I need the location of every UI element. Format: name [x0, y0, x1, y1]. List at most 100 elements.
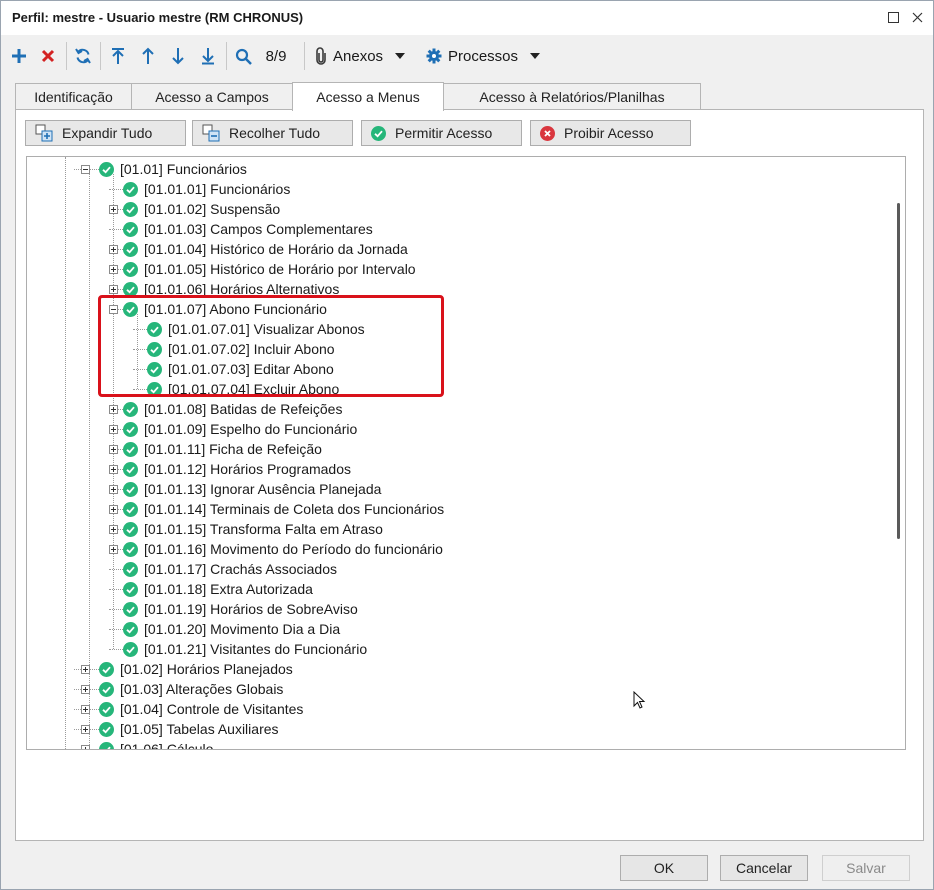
close-button[interactable]	[909, 8, 925, 26]
tree-node[interactable]: [01.01.06] Horários Alternativos	[123, 279, 339, 299]
tree-node[interactable]: [01.01.12] Horários Programados	[123, 459, 351, 479]
tree-node[interactable]: [01.01.09] Espelho do Funcionário	[123, 419, 357, 439]
maximize-button[interactable]	[885, 8, 901, 26]
tree-node[interactable]: [01.03] Alterações Globais	[99, 679, 283, 699]
tree-node-label: [01.01.07.03] Editar Abono	[168, 361, 334, 377]
tree-node-label: [01.01.12] Horários Programados	[144, 461, 351, 477]
chevron-down-icon	[530, 53, 541, 59]
tree-node[interactable]: [01.01.11] Ficha de Refeição	[123, 439, 322, 459]
tree-node-label: [01.01.07.04] Excluir Abono	[168, 381, 340, 397]
tree-node-label: [01.01.05] Histórico de Horário por Inte…	[144, 261, 416, 277]
tree-node-label: [01.05] Tabelas Auxiliares	[120, 721, 279, 737]
ok-button[interactable]: OK	[620, 855, 708, 881]
allow-access-button[interactable]: Permitir Acesso	[361, 120, 522, 146]
expand-node-icon[interactable]	[109, 545, 118, 554]
tree-node[interactable]: [01.06] Cálculo	[99, 739, 214, 750]
tree-node-label: [01.01.08] Batidas de Refeições	[144, 401, 343, 417]
scrollbar-thumb[interactable]	[897, 203, 900, 539]
check-circle-icon	[123, 181, 138, 197]
expand-node-icon[interactable]	[109, 445, 118, 454]
expand-node-icon[interactable]	[109, 405, 118, 414]
move-last-icon[interactable]	[198, 43, 218, 69]
cancel-button[interactable]: Cancelar	[720, 855, 808, 881]
check-circle-icon	[123, 201, 138, 217]
expand-node-icon[interactable]	[81, 725, 90, 734]
tree-node[interactable]: [01.01.08] Batidas de Refeições	[123, 399, 342, 419]
tree-node[interactable]: [01.01.03] Campos Complementares	[123, 219, 373, 239]
menu-permission-tree[interactable]: [01.01] Funcionários [01.01.01] Funcionár…	[26, 156, 906, 750]
tab-identificacao[interactable]: Identificação	[15, 83, 132, 110]
expand-node-icon[interactable]	[109, 285, 118, 294]
tree-node[interactable]: [01.02] Horários Planejados	[99, 659, 293, 679]
tree-node[interactable]: [01.01.07] Abono Funcionário	[123, 299, 327, 319]
collapse-node-icon[interactable]	[81, 165, 90, 174]
expand-node-icon[interactable]	[109, 205, 118, 214]
tree-node[interactable]: [01.01.16] Movimento do Período do funci…	[123, 539, 443, 559]
add-icon[interactable]	[9, 43, 29, 69]
expand-node-icon[interactable]	[109, 525, 118, 534]
tree-node-label: [01.01.07.01] Visualizar Abonos	[168, 321, 365, 337]
check-circle-icon	[123, 261, 138, 277]
check-circle-icon	[123, 521, 138, 537]
tree-node[interactable]: [01.01.20] Movimento Dia a Dia	[123, 619, 340, 639]
delete-icon[interactable]	[38, 43, 58, 69]
tree-node[interactable]: [01.01.14] Terminais de Coleta dos Funci…	[123, 499, 444, 519]
expand-node-icon[interactable]	[81, 705, 90, 714]
expand-node-icon[interactable]	[109, 505, 118, 514]
tree-node-label: [01.01.09] Espelho do Funcionário	[144, 421, 358, 437]
tab-acesso-campos[interactable]: Acesso a Campos	[131, 83, 293, 110]
expand-node-icon[interactable]	[109, 425, 118, 434]
window-title: Perfil: mestre - Usuario mestre (RM CHRO…	[12, 10, 304, 25]
tree-node[interactable]: [01.01.19] Horários de SobreAviso	[123, 599, 358, 619]
attachments-dropdown[interactable]: Anexos	[315, 43, 415, 69]
processes-dropdown[interactable]: Processos	[426, 43, 550, 69]
record-position: 8/9	[265, 47, 287, 65]
check-circle-icon	[123, 541, 138, 557]
processes-label: Processos	[448, 47, 519, 65]
tree-node[interactable]: [01.01.05] Histórico de Horário por Inte…	[123, 259, 416, 279]
tree-node[interactable]: [01.01.04] Histórico de Horário da Jorna…	[123, 239, 408, 259]
tree-node[interactable]: [01.01] Funcionários	[99, 159, 247, 179]
tree-node[interactable]: [01.01.17] Crachás Associados	[123, 559, 337, 579]
tree-node[interactable]: [01.01.01] Funcionários	[123, 179, 290, 199]
tree-node[interactable]: [01.01.15] Transforma Falta em Atraso	[123, 519, 383, 539]
expand-node-icon[interactable]	[81, 745, 90, 749]
tree-node[interactable]: [01.01.21] Visitantes do Funcionário	[123, 639, 367, 659]
dialog-window: Perfil: mestre - Usuario mestre (RM CHRO…	[0, 0, 934, 890]
expand-all-button[interactable]: Expandir Tudo	[25, 120, 186, 146]
tree-node[interactable]: [01.04] Controle de Visitantes	[99, 699, 303, 719]
move-first-icon[interactable]	[108, 43, 128, 69]
tree-node[interactable]: [01.01.07.04] Excluir Abono	[147, 379, 339, 399]
refresh-icon[interactable]	[72, 43, 94, 69]
allow-access-label: Permitir Acesso	[395, 125, 493, 141]
title-bar: Perfil: mestre - Usuario mestre (RM CHRO…	[1, 1, 933, 35]
tree-node[interactable]: [01.01.07.03] Editar Abono	[147, 359, 334, 379]
tab-acesso-menus[interactable]: Acesso a Menus	[292, 82, 444, 111]
expand-node-icon[interactable]	[81, 685, 90, 694]
collapse-node-icon[interactable]	[109, 305, 118, 314]
tree-node-label: [01.01.17] Crachás Associados	[144, 561, 338, 577]
expand-node-icon[interactable]	[81, 665, 90, 674]
search-icon[interactable]	[233, 43, 253, 69]
deny-access-button[interactable]: Proibir Acesso	[530, 120, 691, 146]
expand-node-icon[interactable]	[109, 245, 118, 254]
vertical-scrollbar[interactable]	[893, 157, 904, 749]
tab-acesso-relatorios[interactable]: Acesso à Relatórios/Planilhas	[443, 83, 701, 110]
check-circle-icon	[123, 241, 138, 257]
tree-node[interactable]: [01.01.07.02] Incluir Abono	[147, 339, 335, 359]
move-down-icon[interactable]	[168, 43, 188, 69]
tree-node-label: [01.06] Cálculo	[120, 741, 214, 750]
expand-node-icon[interactable]	[109, 465, 118, 474]
deny-circle-icon	[540, 125, 555, 141]
tree-node[interactable]: [01.01.18] Extra Autorizada	[123, 579, 313, 599]
tree-node-label: [01.01.14] Terminais de Coleta dos Funci…	[144, 501, 445, 517]
tree-node[interactable]: [01.01.02] Suspensão	[123, 199, 280, 219]
tree-node[interactable]: [01.05] Tabelas Auxiliares	[99, 719, 279, 739]
tree-node[interactable]: [01.01.13] Ignorar Ausência Planejada	[123, 479, 381, 499]
collapse-all-button[interactable]: Recolher Tudo	[192, 120, 353, 146]
save-button[interactable]: Salvar	[822, 855, 910, 881]
move-up-icon[interactable]	[138, 43, 158, 69]
expand-node-icon[interactable]	[109, 485, 118, 494]
tree-node[interactable]: [01.01.07.01] Visualizar Abonos	[147, 319, 365, 339]
expand-node-icon[interactable]	[109, 265, 118, 274]
